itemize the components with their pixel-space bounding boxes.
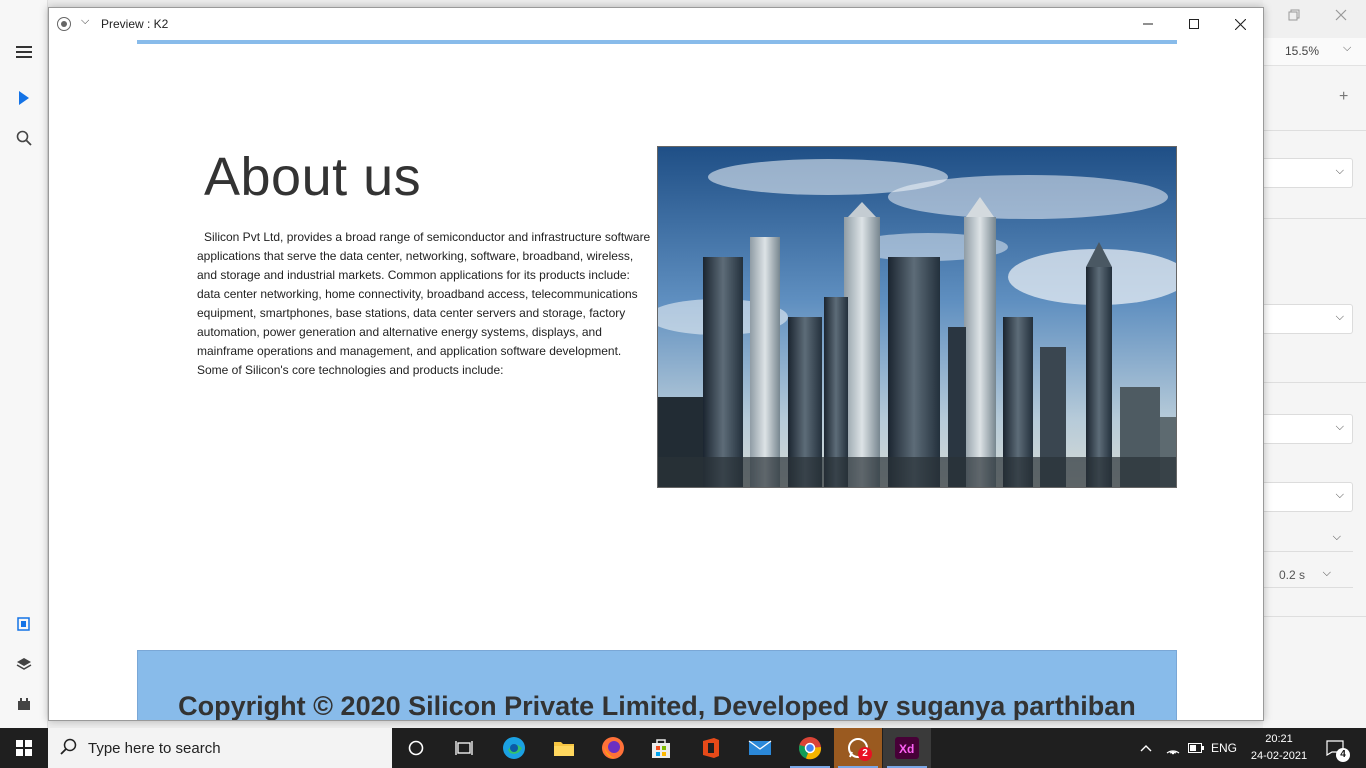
about-paragraph: Silicon Pvt Ltd, provides a broad range … [197,230,651,377]
chevron-down-icon[interactable]: ⌵ [81,15,89,28]
page-title: About us [204,147,422,207]
show-hidden-icons-chevron-up-icon[interactable] [1136,728,1156,768]
search-icon [60,738,77,755]
chrome-icon[interactable] [786,728,834,768]
office-icon[interactable] [687,728,735,768]
windows-taskbar: Type here to search 2 Xd ENG 20:21 24-02… [0,728,1366,768]
clock-time: 20:21 [1265,733,1293,745]
panel-dropdown-1[interactable]: ⌵ [1263,158,1353,188]
start-button[interactable] [0,728,48,768]
panel-dropdown-3[interactable]: ⌵ [1263,414,1353,444]
chevron-down-icon: ⌵ [1335,165,1344,177]
cortana-icon[interactable] [392,728,440,768]
window-title: Preview : K2 [101,17,169,31]
panel-dropdown-4[interactable]: ⌵ [1263,482,1353,512]
footer-band: Copyright © 2020 Silicon Private Limited… [137,650,1177,721]
firefox-icon[interactable] [589,728,637,768]
svg-text:Xd: Xd [899,742,914,756]
add-icon[interactable]: + [1339,88,1348,106]
action-center-icon[interactable]: 4 [1320,728,1350,768]
restore-icon[interactable] [1288,8,1300,26]
wifi-icon[interactable] [1162,728,1184,768]
taskbar-search-box[interactable]: Type here to search [48,728,392,768]
adobe-xd-icon[interactable]: Xd [883,728,931,768]
panel-dropdown-5[interactable]: ⌵ [1263,528,1353,552]
language-indicator[interactable]: ENG [1208,728,1240,768]
layers-icon[interactable] [12,652,36,676]
chevron-down-icon: ⌵ [1322,567,1331,579]
system-clock[interactable]: 20:21 24-02-2021 [1248,731,1310,765]
minimize-button[interactable] [1125,8,1171,40]
footer-copyright: Copyright © 2020 Silicon Private Limited… [178,691,1136,721]
duration-value: 0.2 s [1279,568,1306,582]
duration-dropdown[interactable]: 0.2 s ⌵ [1263,564,1353,588]
preview-window: ⌵ Preview : K2 About us Silicon Pvt Ltd,… [48,7,1264,721]
search-placeholder: Type here to search [88,740,221,757]
xd-left-rail [0,0,48,728]
chevron-down-icon: ⌵ [1332,531,1341,543]
task-view-icon[interactable] [440,728,488,768]
plugins-icon[interactable] [12,692,36,716]
chevron-down-icon: ⌵ [1335,421,1344,433]
zoom-dropdown[interactable]: 15.5% ⌵ [1263,38,1366,66]
notification-count-badge: 4 [1336,748,1350,762]
preview-content: About us Silicon Pvt Ltd, provides a bro… [49,40,1257,721]
edge-browser-icon[interactable] [490,728,538,768]
zoom-value: 15.5% [1285,44,1320,58]
mail-icon[interactable] [736,728,784,768]
city-skyline-image [657,146,1177,488]
chevron-down-icon: ⌵ [1335,311,1344,323]
hamburger-menu-icon[interactable] [12,40,36,64]
xd-window-controls [1263,0,1366,38]
document-assets-icon[interactable] [12,612,36,636]
chevron-down-icon: ⌵ [1335,489,1344,501]
microsoft-store-icon[interactable] [637,728,685,768]
file-explorer-icon[interactable] [540,728,588,768]
clock-date: 24-02-2021 [1250,750,1308,762]
close-button[interactable] [1217,8,1263,40]
battery-icon[interactable] [1186,728,1206,768]
xd-close-icon[interactable] [1335,8,1347,26]
whatsapp-icon[interactable]: 2 [834,728,882,768]
xd-property-inspector: 15.5% ⌵ + ⌵ ⌵ ⌵ ⌵ ⌵ 0.2 s ⌵ [1263,0,1366,728]
maximize-button[interactable] [1171,8,1217,40]
header-band [137,40,1177,44]
preview-titlebar: ⌵ Preview : K2 [49,8,1263,40]
panel-dropdown-2[interactable]: ⌵ [1263,304,1353,334]
whatsapp-unread-badge: 2 [858,747,872,761]
zoom-tool-icon[interactable] [12,126,36,150]
record-icon[interactable] [57,17,71,31]
chevron-down-icon: ⌵ [1343,42,1352,54]
select-tool-icon[interactable] [12,86,36,110]
windows-logo-icon [16,740,32,756]
